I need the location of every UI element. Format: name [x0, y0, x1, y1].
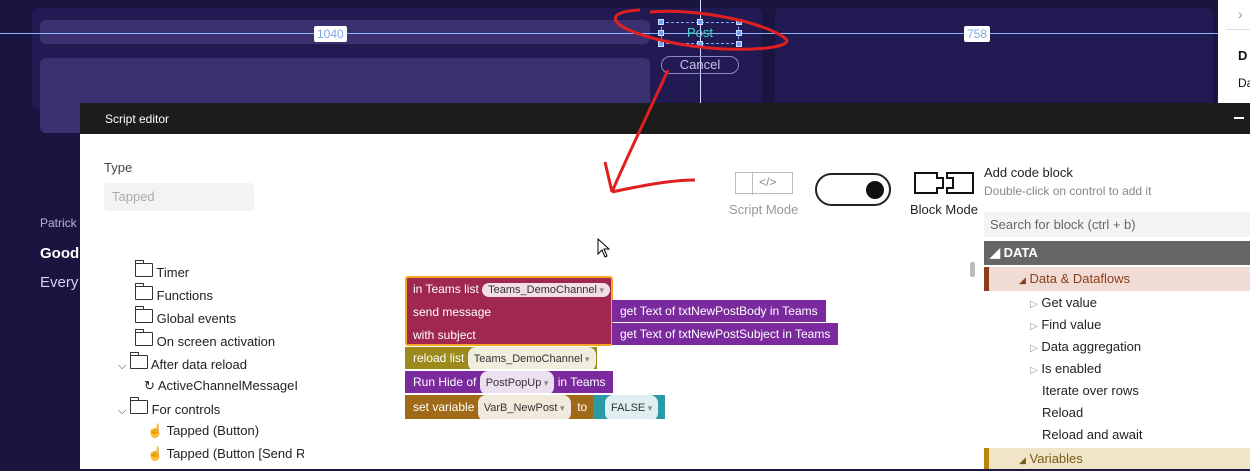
- red-annotation: [603, 8, 789, 194]
